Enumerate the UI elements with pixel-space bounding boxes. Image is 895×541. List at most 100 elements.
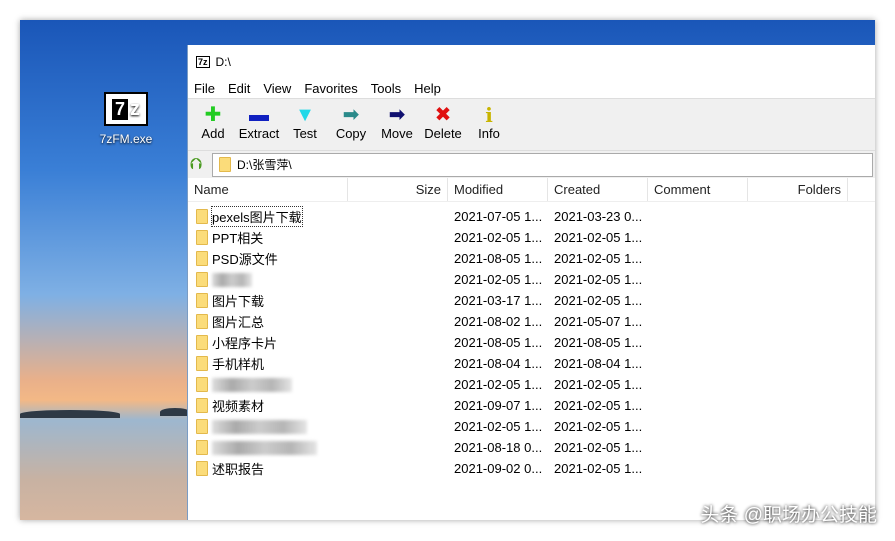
table-row[interactable]: PPT相关 2021-02-05 1... 2021-02-05 1... xyxy=(188,227,875,248)
created-cell: 2021-02-05 1... xyxy=(554,419,643,434)
name-cell: 图片汇总 xyxy=(188,311,348,332)
desktop-icon-label: 7zFM.exe xyxy=(99,132,153,146)
delete-x-icon: ✖ xyxy=(434,104,452,126)
menu-view[interactable]: View xyxy=(263,81,291,96)
folder-icon xyxy=(196,251,208,266)
copy-button[interactable]: ➡ Copy xyxy=(328,99,374,150)
column-comment[interactable]: Comment xyxy=(648,178,748,201)
name-cell: 手机样机 xyxy=(188,353,348,374)
modified-cell: 2021-09-02 0... xyxy=(454,461,543,476)
table-row[interactable]: 2021-08-18 0... 2021-02-05 1... xyxy=(188,437,875,458)
modified-cell: 2021-08-04 1... xyxy=(454,356,543,371)
folder-icon xyxy=(196,356,208,371)
add-button[interactable]: ✚ Add xyxy=(190,99,236,150)
7zip-icon: 7z xyxy=(104,92,148,126)
size-cell xyxy=(348,227,448,248)
table-row[interactable]: 2021-02-05 1... 2021-02-05 1... xyxy=(188,374,875,395)
table-row[interactable]: 视频素材 2021-09-07 1... 2021-02-05 1... xyxy=(188,395,875,416)
name-cell xyxy=(188,269,348,290)
modified-cell: 2021-02-05 1... xyxy=(454,419,543,434)
table-row[interactable]: 小程序卡片 2021-08-05 1... 2021-08-05 1... xyxy=(188,332,875,353)
created-cell: 2021-02-05 1... xyxy=(554,272,643,287)
name-cell: 述职报告 xyxy=(188,458,348,479)
created-cell: 2021-02-05 1... xyxy=(554,251,643,266)
info-icon: i xyxy=(485,103,493,127)
folder-icon xyxy=(219,157,231,172)
move-button[interactable]: ➡ Move xyxy=(374,99,420,150)
copy-arrow-icon: ➡ xyxy=(342,104,360,126)
toolbar: ✚ Add ▬ Extract ▼ Test ➡ Copy ➡ Move ✖ Delete i Info xyxy=(188,98,875,150)
screenshot: 7z 7zFM.exe 7z D:\ File Edit View Favorites… xyxy=(20,20,875,520)
column-folders[interactable]: Folders xyxy=(748,178,848,201)
address-bar: ⮉ D:\张雪萍\ xyxy=(188,150,875,178)
created-cell: 2021-08-05 1... xyxy=(554,335,643,350)
address-input[interactable]: D:\张雪萍\ xyxy=(212,152,873,177)
redacted-name xyxy=(212,377,292,392)
size-cell xyxy=(348,374,448,395)
created-cell: 2021-02-05 1... xyxy=(554,377,643,392)
table-row[interactable]: 手机样机 2021-08-04 1... 2021-08-04 1... xyxy=(188,353,875,374)
table-row[interactable]: 2021-02-05 1... 2021-02-05 1... xyxy=(188,416,875,437)
table-row[interactable]: pexels图片下载 2021-07-05 1... 2021-03-23 0... xyxy=(188,206,875,227)
name-cell: PSD源文件 xyxy=(188,248,348,269)
table-row[interactable]: 2021-02-05 1... 2021-02-05 1... xyxy=(188,269,875,290)
file-name: PPT相关 xyxy=(212,231,264,246)
folder-icon xyxy=(196,335,208,350)
size-cell xyxy=(348,269,448,290)
folder-icon xyxy=(196,419,208,434)
menu-edit[interactable]: Edit xyxy=(228,81,250,96)
minus-icon: ▬ xyxy=(249,104,269,126)
check-chevron-icon: ▼ xyxy=(295,104,315,126)
table-row[interactable]: 图片下载 2021-03-17 1... 2021-02-05 1... xyxy=(188,290,875,311)
delete-button[interactable]: ✖ Delete xyxy=(420,99,466,150)
column-name[interactable]: Name xyxy=(188,178,348,201)
created-cell: 2021-03-23 0... xyxy=(554,209,643,224)
size-cell xyxy=(348,290,448,311)
name-cell: 视频素材 xyxy=(188,395,348,416)
name-cell: PPT相关 xyxy=(188,227,348,248)
island xyxy=(20,410,120,418)
toolbar-label: Extract xyxy=(238,126,280,141)
file-name: 述职报告 xyxy=(212,462,265,477)
modified-cell: 2021-08-18 0... xyxy=(454,440,543,455)
table-row[interactable]: 图片汇总 2021-08-02 1... 2021-05-07 1... xyxy=(188,311,875,332)
app-logo-icon: 7z xyxy=(196,55,210,68)
column-size[interactable]: Size xyxy=(348,178,448,201)
up-folder-icon[interactable]: ⮉ xyxy=(190,156,212,174)
menu-bar: File Edit View Favorites Tools Help xyxy=(188,78,875,98)
created-cell: 2021-02-05 1... xyxy=(554,230,643,245)
column-created[interactable]: Created xyxy=(548,178,648,201)
modified-cell: 2021-08-02 1... xyxy=(454,314,543,329)
table-row[interactable]: PSD源文件 2021-08-05 1... 2021-02-05 1... xyxy=(188,248,875,269)
menu-favorites[interactable]: Favorites xyxy=(304,81,357,96)
name-cell: 小程序卡片 xyxy=(188,332,348,353)
name-cell: 图片下载 xyxy=(188,290,348,311)
file-name: PSD源文件 xyxy=(212,252,278,267)
test-button[interactable]: ▼ Test xyxy=(282,99,328,150)
file-name: pexels图片下载 xyxy=(211,206,303,227)
extract-button[interactable]: ▬ Extract xyxy=(236,99,282,150)
modified-cell: 2021-03-17 1... xyxy=(454,293,543,308)
created-cell: 2021-02-05 1... xyxy=(554,440,643,455)
modified-cell: 2021-07-05 1... xyxy=(454,209,543,224)
folder-icon xyxy=(196,209,208,224)
modified-cell: 2021-02-05 1... xyxy=(454,230,543,245)
column-modified[interactable]: Modified xyxy=(448,178,548,201)
file-name: 图片下载 xyxy=(212,294,265,309)
folder-icon xyxy=(196,314,208,329)
modified-cell: 2021-08-05 1... xyxy=(454,335,543,350)
info-button[interactable]: i Info xyxy=(466,99,512,150)
file-name: 手机样机 xyxy=(212,357,265,372)
modified-cell: 2021-02-05 1... xyxy=(454,272,543,287)
toolbar-label: Info xyxy=(478,126,500,141)
name-cell xyxy=(188,416,348,437)
folder-icon xyxy=(196,440,208,455)
size-cell xyxy=(348,458,448,479)
menu-tools[interactable]: Tools xyxy=(371,81,401,96)
file-name: 图片汇总 xyxy=(212,315,265,330)
table-row[interactable]: 述职报告 2021-09-02 0... 2021-02-05 1... xyxy=(188,458,875,479)
menu-help[interactable]: Help xyxy=(414,81,441,96)
toolbar-label: Move xyxy=(381,126,413,141)
desktop-icon-7zfm[interactable]: 7z 7zFM.exe xyxy=(94,92,158,146)
menu-file[interactable]: File xyxy=(194,81,215,96)
